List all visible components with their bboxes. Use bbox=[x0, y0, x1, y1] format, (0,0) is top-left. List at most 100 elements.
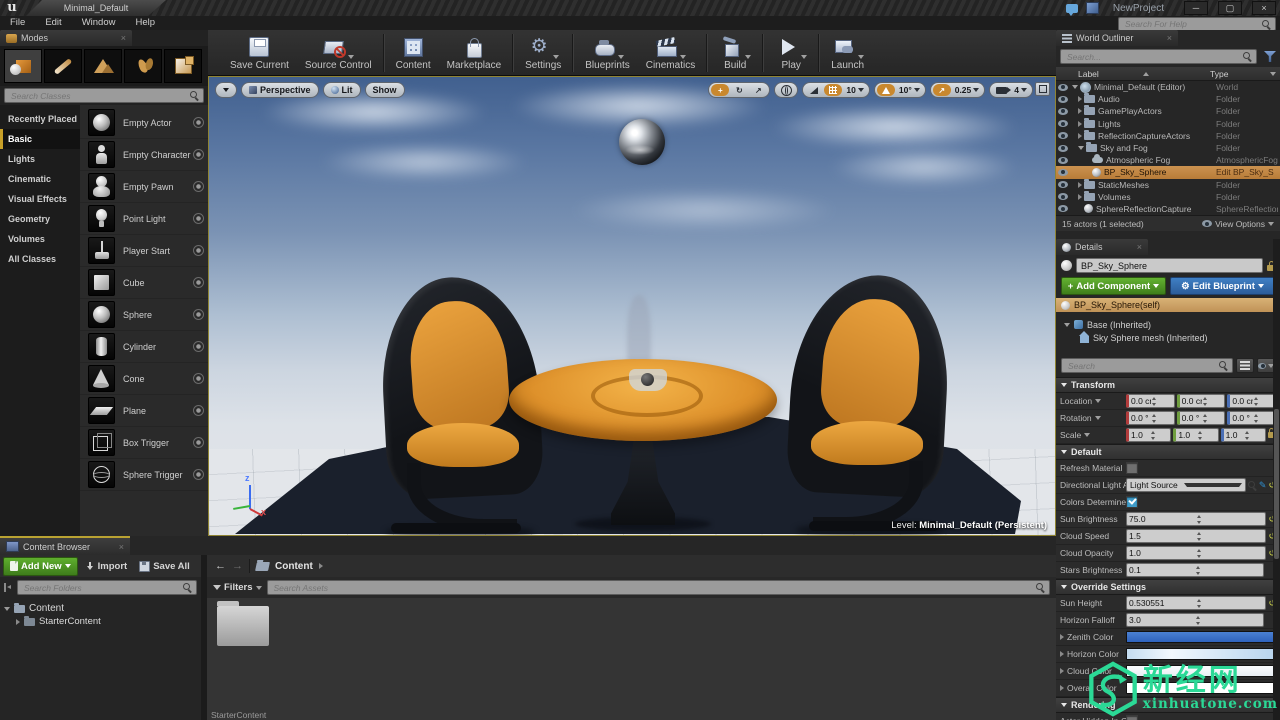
item-cylinder[interactable]: Cylinder bbox=[80, 331, 208, 363]
3d-scene[interactable] bbox=[209, 77, 1055, 535]
close-button[interactable]: × bbox=[1252, 1, 1276, 15]
cloud-speed-field[interactable]: 1.5 bbox=[1126, 529, 1266, 543]
startercontent-folder-tile[interactable] bbox=[217, 606, 269, 646]
menu-help[interactable]: Help bbox=[125, 16, 165, 30]
perspective-button[interactable]: Perspective bbox=[241, 82, 319, 98]
spinner-icon[interactable] bbox=[1253, 414, 1273, 423]
rotation-y-field[interactable]: 0.0 ° bbox=[1177, 411, 1226, 425]
scale-snap-icon[interactable]: ↗ bbox=[933, 84, 951, 96]
play-button[interactable]: Play bbox=[767, 33, 815, 72]
back-icon[interactable]: ← bbox=[215, 560, 226, 572]
source-control-button[interactable]: Source Control bbox=[297, 33, 380, 72]
add-new-button[interactable]: Add New bbox=[3, 557, 78, 576]
light-source-dropdown[interactable]: Light Source bbox=[1126, 478, 1246, 492]
drag-handle-icon[interactable] bbox=[193, 117, 204, 128]
minimize-button[interactable]: ─ bbox=[1184, 1, 1208, 15]
settings-button[interactable]: ⚙Settings bbox=[517, 33, 569, 72]
item-cube[interactable]: Cube bbox=[80, 267, 208, 299]
build-button[interactable]: Build bbox=[711, 33, 759, 72]
marketplace-button[interactable]: Marketplace bbox=[439, 33, 509, 72]
place-mode-button[interactable] bbox=[4, 49, 42, 83]
eye-icon[interactable] bbox=[1058, 108, 1068, 115]
category-visual-effects[interactable]: Visual Effects bbox=[0, 189, 80, 209]
landscape-mode-button[interactable] bbox=[84, 49, 122, 83]
world-coordinate-icon[interactable] bbox=[777, 84, 795, 96]
save-current-button[interactable]: Save Current bbox=[222, 33, 297, 72]
sun-brightness-field[interactable]: 75.0 bbox=[1126, 512, 1266, 526]
right-chair[interactable] bbox=[785, 275, 953, 531]
maximize-button[interactable]: ▢ bbox=[1218, 1, 1242, 15]
eye-icon[interactable] bbox=[1058, 84, 1068, 91]
modes-tab[interactable]: Modes × bbox=[0, 30, 132, 46]
expand-icon[interactable] bbox=[1078, 108, 1082, 114]
eye-icon[interactable] bbox=[1058, 169, 1068, 176]
collapse-icon[interactable] bbox=[1078, 146, 1084, 150]
item-player-start[interactable]: Player Start bbox=[80, 235, 208, 267]
camera-speed-value[interactable]: 4 bbox=[1011, 85, 1030, 95]
search-icon[interactable] bbox=[1248, 481, 1257, 490]
edit-blueprint-button[interactable]: ⚙Edit Blueprint bbox=[1170, 277, 1275, 295]
drag-handle-icon[interactable] bbox=[193, 213, 204, 224]
translate-tool-icon[interactable]: + bbox=[711, 84, 729, 96]
drag-handle-icon[interactable] bbox=[193, 149, 204, 160]
item-box-trigger[interactable]: Box Trigger bbox=[80, 427, 208, 459]
drag-handle-icon[interactable] bbox=[193, 181, 204, 192]
viewport[interactable]: Perspective Lit Show + ↻ ↗ 10 10° ↗ 0. bbox=[208, 76, 1056, 536]
titlebar[interactable]: u Minimal_Default NewProject ─ ▢ × bbox=[0, 0, 1280, 16]
item-sphere-trigger[interactable]: Sphere Trigger bbox=[80, 459, 208, 491]
close-tab-icon[interactable]: × bbox=[1137, 242, 1142, 252]
refresh-material-checkbox[interactable] bbox=[1126, 462, 1138, 474]
outliner-row[interactable]: LightsFolder bbox=[1056, 118, 1280, 130]
location-z-field[interactable]: 0.0 cm bbox=[1227, 394, 1276, 408]
search-classes-field[interactable] bbox=[4, 88, 204, 103]
paint-mode-button[interactable] bbox=[44, 49, 82, 83]
chevron-down-icon[interactable] bbox=[1095, 399, 1101, 403]
drag-handle-icon[interactable] bbox=[193, 437, 204, 448]
rotation-snap-icon[interactable] bbox=[877, 84, 895, 96]
spinner-icon[interactable] bbox=[1150, 431, 1169, 440]
search-folders-field[interactable] bbox=[17, 580, 197, 595]
rotation-z-field[interactable]: 0.0 ° bbox=[1227, 411, 1276, 425]
outliner-row[interactable]: AudioFolder bbox=[1056, 93, 1280, 105]
eye-icon[interactable] bbox=[1058, 132, 1068, 139]
lit-button[interactable]: Lit bbox=[323, 82, 361, 98]
item-empty-actor[interactable]: Empty Actor bbox=[80, 107, 208, 139]
menu-file[interactable]: File bbox=[0, 16, 35, 30]
details-search-input[interactable] bbox=[1066, 360, 1219, 372]
collapse-icon[interactable] bbox=[1072, 85, 1078, 89]
item-plane[interactable]: Plane bbox=[80, 395, 208, 427]
rotate-tool-icon[interactable]: ↻ bbox=[730, 84, 748, 96]
launch-button[interactable]: Launch bbox=[823, 33, 872, 72]
horizon-color-swatch[interactable] bbox=[1126, 648, 1276, 660]
tree-item-startercontent[interactable]: StarterContent bbox=[4, 615, 201, 628]
outliner-row[interactable]: Minimal_Default (Editor)World bbox=[1056, 81, 1280, 93]
eye-icon[interactable] bbox=[1058, 120, 1068, 127]
asset-grid[interactable]: StarterContent bbox=[207, 598, 1056, 720]
chevron-down-icon[interactable] bbox=[1095, 416, 1101, 420]
details-scrollbar[interactable] bbox=[1273, 239, 1280, 720]
item-point-light[interactable]: Point Light bbox=[80, 203, 208, 235]
spinner-icon[interactable] bbox=[1151, 397, 1171, 406]
maximize-viewport-icon[interactable] bbox=[1035, 82, 1050, 96]
drag-handle-icon[interactable] bbox=[193, 341, 204, 352]
close-tab-icon[interactable]: × bbox=[119, 542, 124, 552]
expand-icon[interactable] bbox=[16, 619, 20, 625]
outliner-row[interactable]: ReflectionCaptureActorsFolder bbox=[1056, 130, 1280, 142]
scale-z-field[interactable]: 1.0 bbox=[1221, 428, 1266, 442]
outliner-row[interactable]: SphereReflectionCaptureSphereReflection bbox=[1056, 203, 1280, 215]
details-tab[interactable]: Details × bbox=[1056, 239, 1148, 255]
expand-icon[interactable] bbox=[1060, 651, 1064, 657]
category-cinematic[interactable]: Cinematic bbox=[0, 169, 80, 189]
scale-tool-icon[interactable]: ↗ bbox=[749, 84, 767, 96]
spinner-icon[interactable] bbox=[1253, 397, 1273, 406]
foliage-mode-button[interactable] bbox=[124, 49, 162, 83]
expand-icon[interactable] bbox=[1078, 121, 1082, 127]
category-lights[interactable]: Lights bbox=[0, 149, 80, 169]
rotation-x-field[interactable]: 0.0 ° bbox=[1126, 411, 1175, 425]
close-tab-icon[interactable]: × bbox=[121, 33, 126, 43]
scale-snap-value[interactable]: 0.25 bbox=[952, 85, 983, 95]
drag-handle-icon[interactable] bbox=[193, 245, 204, 256]
collapse-icon[interactable] bbox=[4, 607, 10, 611]
tree-item-content[interactable]: Content bbox=[4, 602, 201, 615]
chrome-sphere[interactable] bbox=[619, 119, 665, 165]
